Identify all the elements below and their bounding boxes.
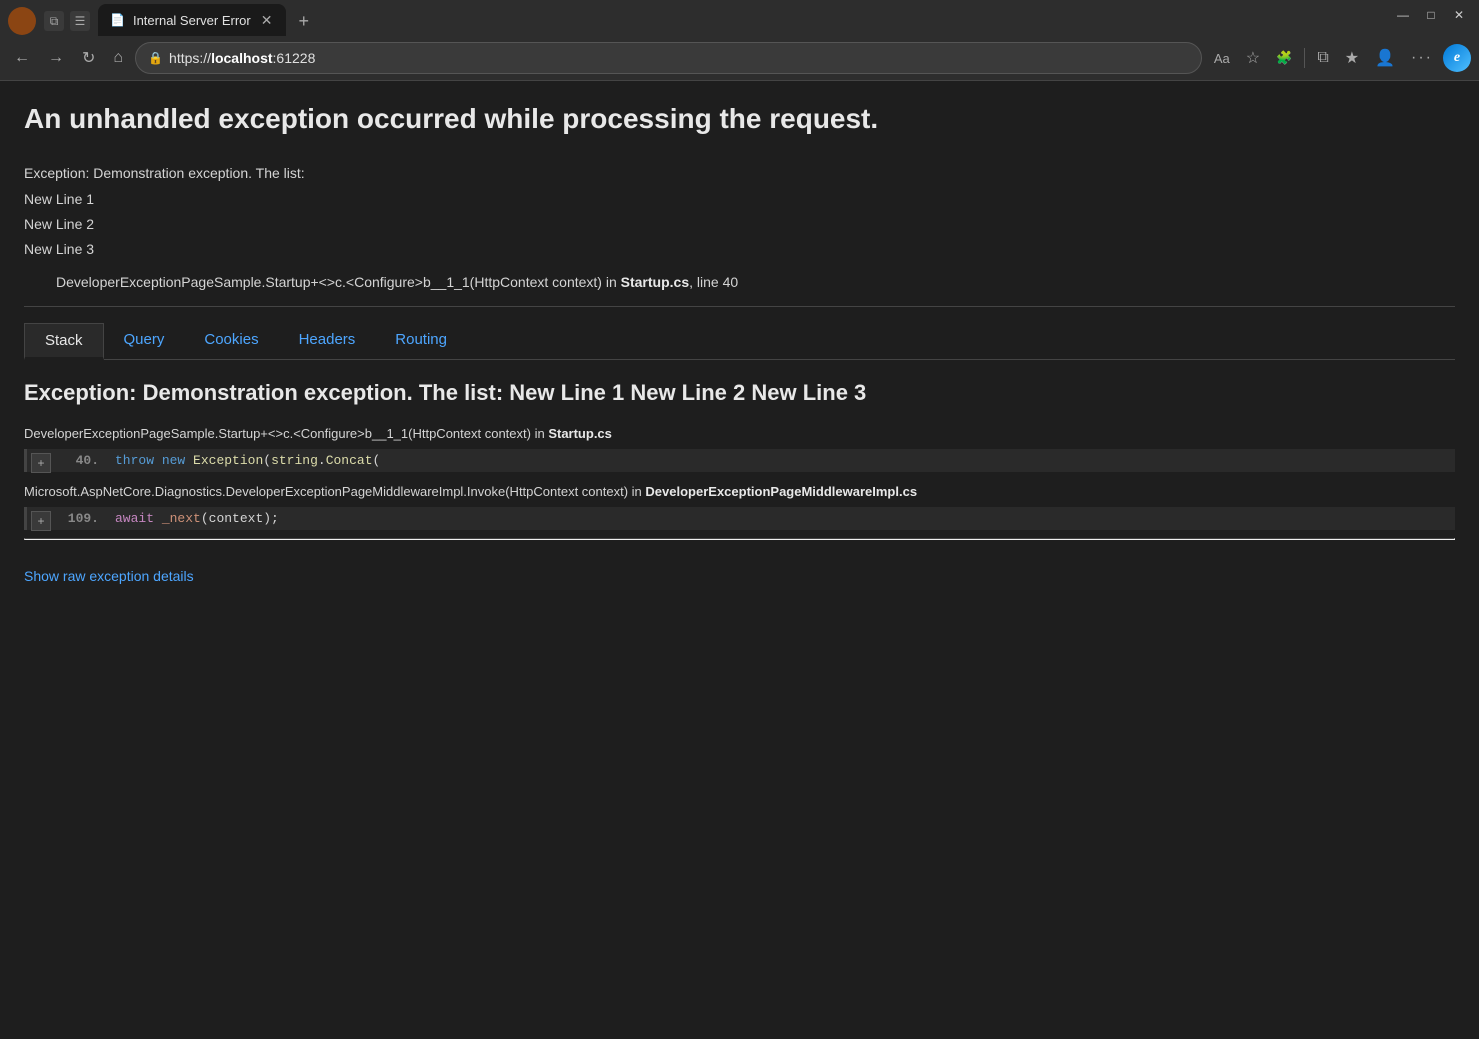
- tab-stack[interactable]: Stack: [24, 323, 104, 360]
- back-button[interactable]: ←: [8, 45, 36, 71]
- tab-cookies[interactable]: Cookies: [184, 323, 278, 359]
- location-file: Startup.cs: [621, 274, 689, 290]
- code-text-1: throw new Exception(string.Concat(: [115, 453, 380, 468]
- divider-after-location: [24, 306, 1455, 307]
- favorites-sidebar-icon[interactable]: ☰: [70, 11, 90, 31]
- browser-tab-active[interactable]: 📄 Internal Server Error ✕: [98, 4, 286, 36]
- stack-section: Exception: Demonstration exception. The …: [24, 360, 1455, 604]
- home-button[interactable]: ⌂: [107, 45, 129, 71]
- nav-actions: Aa ☆ 🧩 ⧉ ★ 👤 ··· e: [1208, 44, 1471, 72]
- favorites-button[interactable]: ☆: [1240, 44, 1266, 72]
- stack-frame-1: DeveloperExceptionPageSample.Startup+<>c…: [24, 422, 1455, 472]
- tab-favicon: 📄: [110, 13, 125, 27]
- collections-button[interactable]: ★: [1339, 44, 1365, 72]
- exception-message-line3: New Line 2: [24, 212, 1455, 237]
- page-title: An unhandled exception occurred while pr…: [24, 101, 1455, 137]
- stack-frame-2-header: Microsoft.AspNetCore.Diagnostics.Develop…: [24, 480, 1455, 503]
- location-text: DeveloperExceptionPageSample.Startup+<>c…: [56, 274, 621, 290]
- profile-icon[interactable]: [8, 7, 36, 35]
- split-screen-button[interactable]: ⧉: [1311, 45, 1334, 71]
- stack-section-title: Exception: Demonstration exception. The …: [24, 380, 1455, 406]
- edge-icon: e: [1443, 44, 1471, 72]
- account-button[interactable]: 👤: [1369, 44, 1401, 72]
- url-text: https://localhost:61228: [169, 50, 1189, 66]
- tab-query[interactable]: Query: [104, 323, 185, 359]
- more-button[interactable]: ···: [1405, 45, 1439, 71]
- tab-routing[interactable]: Routing: [375, 323, 467, 359]
- stack-frame-2-file: DeveloperExceptionPageMiddlewareImpl.cs: [645, 484, 917, 499]
- extensions-button[interactable]: 🧩: [1270, 46, 1298, 70]
- show-raw-exception-link[interactable]: Show raw exception details: [24, 568, 194, 584]
- exception-message-line2: New Line 1: [24, 187, 1455, 212]
- tab-bar: Stack Query Cookies Headers Routing: [24, 323, 1455, 360]
- line-number-1: 40.: [59, 453, 99, 468]
- address-bar[interactable]: 🔒 https://localhost:61228: [135, 42, 1202, 74]
- refresh-button[interactable]: ↻: [76, 44, 101, 72]
- exception-message-line4: New Line 3: [24, 237, 1455, 262]
- tab-title: Internal Server Error: [133, 13, 251, 28]
- tab-close-button[interactable]: ✕: [259, 12, 275, 29]
- browser-chrome: ⧉ ☰ 📄 Internal Server Error ✕ + — □ ✕ ← …: [0, 0, 1479, 81]
- stack-frame-1-code: + 40. throw new Exception(string.Concat(: [24, 449, 1455, 472]
- title-bar: ⧉ ☰ 📄 Internal Server Error ✕ + — □ ✕: [0, 0, 1479, 36]
- exception-location: DeveloperExceptionPageSample.Startup+<>c…: [56, 274, 1455, 290]
- divider-icon: [1304, 48, 1305, 68]
- location-line: , line 40: [689, 274, 738, 290]
- workspaces-icon[interactable]: ⧉: [44, 11, 64, 31]
- nav-bar: ← → ↻ ⌂ 🔒 https://localhost:61228 Aa ☆ 🧩…: [0, 36, 1479, 80]
- page-content: An unhandled exception occurred while pr…: [0, 81, 1479, 1039]
- divider-after-frames: [24, 538, 1455, 540]
- stack-frame-1-header: DeveloperExceptionPageSample.Startup+<>c…: [24, 422, 1455, 445]
- frame1-expand-button[interactable]: +: [31, 453, 51, 473]
- exception-info: Exception: Demonstration exception. The …: [24, 161, 1455, 262]
- code-line-1: + 40. throw new Exception(string.Concat(: [27, 449, 1455, 472]
- maximize-button[interactable]: □: [1423, 8, 1439, 22]
- code-line-2: + 109. await _next(context);: [27, 507, 1455, 530]
- lock-icon: 🔒: [148, 51, 163, 65]
- window-controls: — □ ✕: [1395, 8, 1467, 22]
- minimize-button[interactable]: —: [1395, 8, 1411, 22]
- stack-frame-2-code: + 109. await _next(context);: [24, 507, 1455, 530]
- stack-frame-2: Microsoft.AspNetCore.Diagnostics.Develop…: [24, 480, 1455, 530]
- stack-frame-1-file: Startup.cs: [548, 426, 612, 441]
- tab-headers[interactable]: Headers: [279, 323, 376, 359]
- line-number-2: 109.: [59, 511, 99, 526]
- code-text-2: await _next(context);: [115, 511, 279, 526]
- forward-button[interactable]: →: [42, 45, 70, 71]
- exception-message-line1: Exception: Demonstration exception. The …: [24, 161, 1455, 186]
- frame2-expand-button[interactable]: +: [31, 511, 51, 531]
- close-window-button[interactable]: ✕: [1451, 8, 1467, 22]
- new-tab-button[interactable]: +: [290, 7, 317, 36]
- reader-mode-button[interactable]: Aa: [1208, 47, 1236, 70]
- tabs-area: 📄 Internal Server Error ✕ +: [98, 6, 1471, 36]
